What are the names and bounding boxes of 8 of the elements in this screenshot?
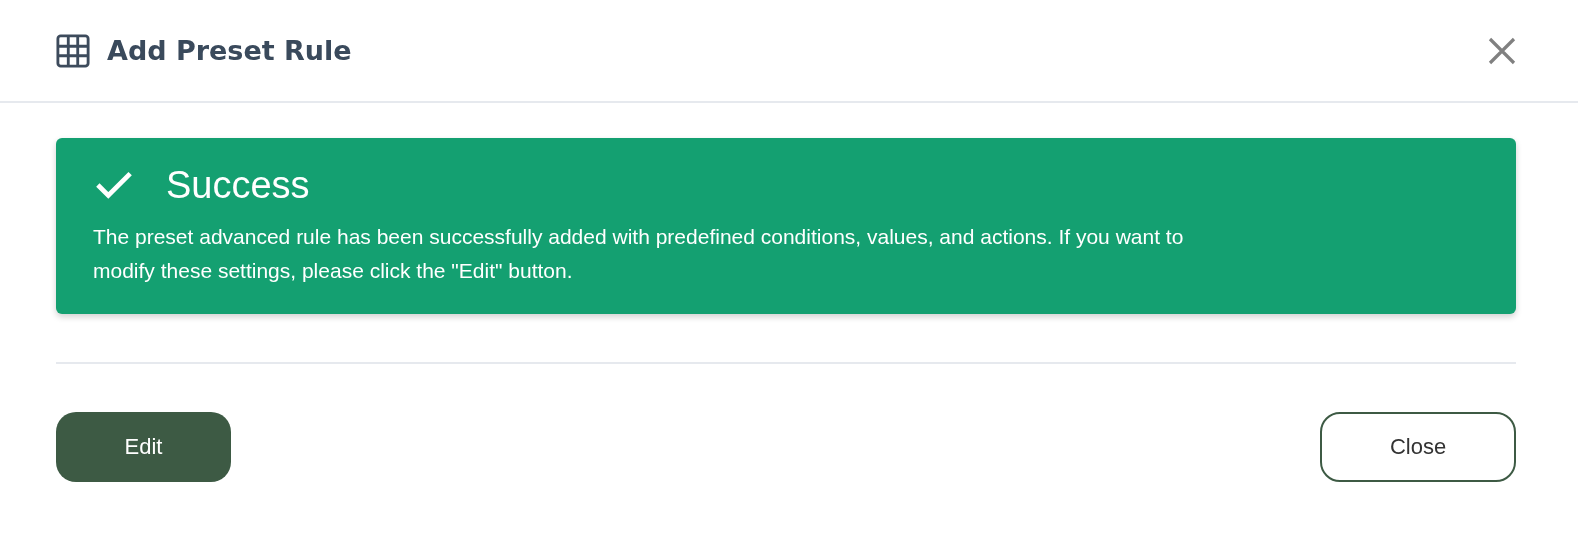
alert-message: The preset advanced rule has been successfully added with predefined conditions, values, and actions. If you want to modify these settings, please click the "Edit" button. xyxy=(93,224,1185,284)
secondary-button[interactable]: Close xyxy=(1320,412,1516,482)
close-icon[interactable] xyxy=(1488,36,1516,65)
check-icon xyxy=(95,170,133,200)
primary-button[interactable]: Edit xyxy=(56,412,231,482)
dialog-title: Add Preset Rule xyxy=(107,35,353,66)
table-icon xyxy=(56,33,90,68)
alert-title: Success xyxy=(166,163,310,208)
